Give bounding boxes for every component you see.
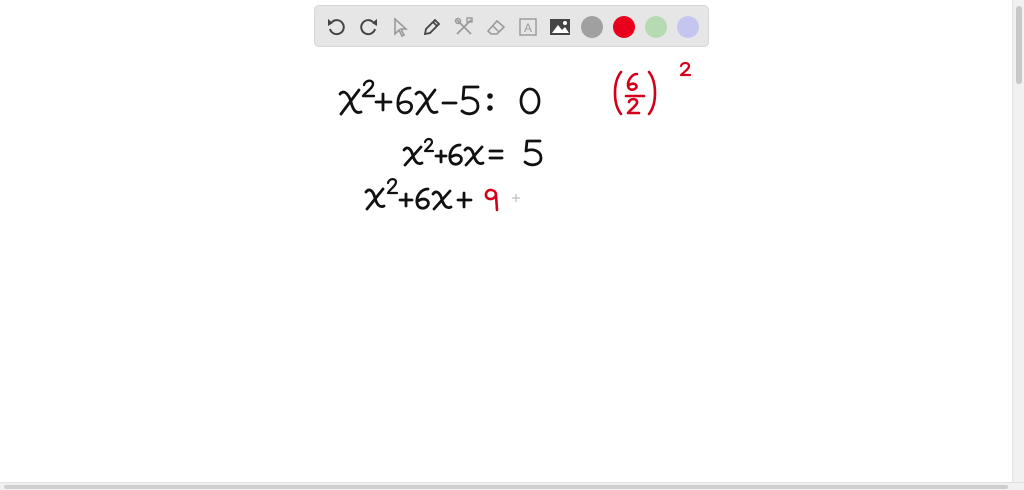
handwriting-layer (338, 61, 692, 212)
tools-icon[interactable] (451, 14, 477, 40)
color-swatch-gray[interactable] (581, 16, 603, 38)
equation-line-1 (338, 79, 541, 116)
redo-icon[interactable] (355, 14, 381, 40)
color-swatch-green[interactable] (645, 16, 667, 38)
crosshair-cursor-icon (512, 194, 520, 202)
color-swatch-purple[interactable] (677, 16, 699, 38)
vertical-scrollbar[interactable] (1012, 0, 1024, 482)
horizontal-scrollbar[interactable] (0, 482, 1024, 490)
equation-line-2 (402, 137, 543, 167)
color-swatch-red[interactable] (613, 16, 635, 38)
horizontal-scroll-thumb[interactable] (4, 485, 1008, 489)
pen-icon[interactable] (419, 14, 445, 40)
whiteboard-canvas[interactable] (0, 52, 1012, 482)
text-tool-glyph: A (524, 21, 532, 35)
equation-line-3 (364, 178, 473, 211)
half-coefficient-squared (613, 61, 692, 116)
vertical-scroll-thumb[interactable] (1016, 6, 1022, 84)
select-pointer-icon[interactable] (387, 14, 413, 40)
drawing-toolbar: A (314, 5, 709, 47)
text-icon[interactable]: A (515, 14, 541, 40)
undo-icon[interactable] (324, 14, 350, 40)
eraser-icon[interactable] (483, 14, 509, 40)
completing-square-term (484, 188, 499, 212)
image-icon[interactable] (547, 14, 573, 40)
